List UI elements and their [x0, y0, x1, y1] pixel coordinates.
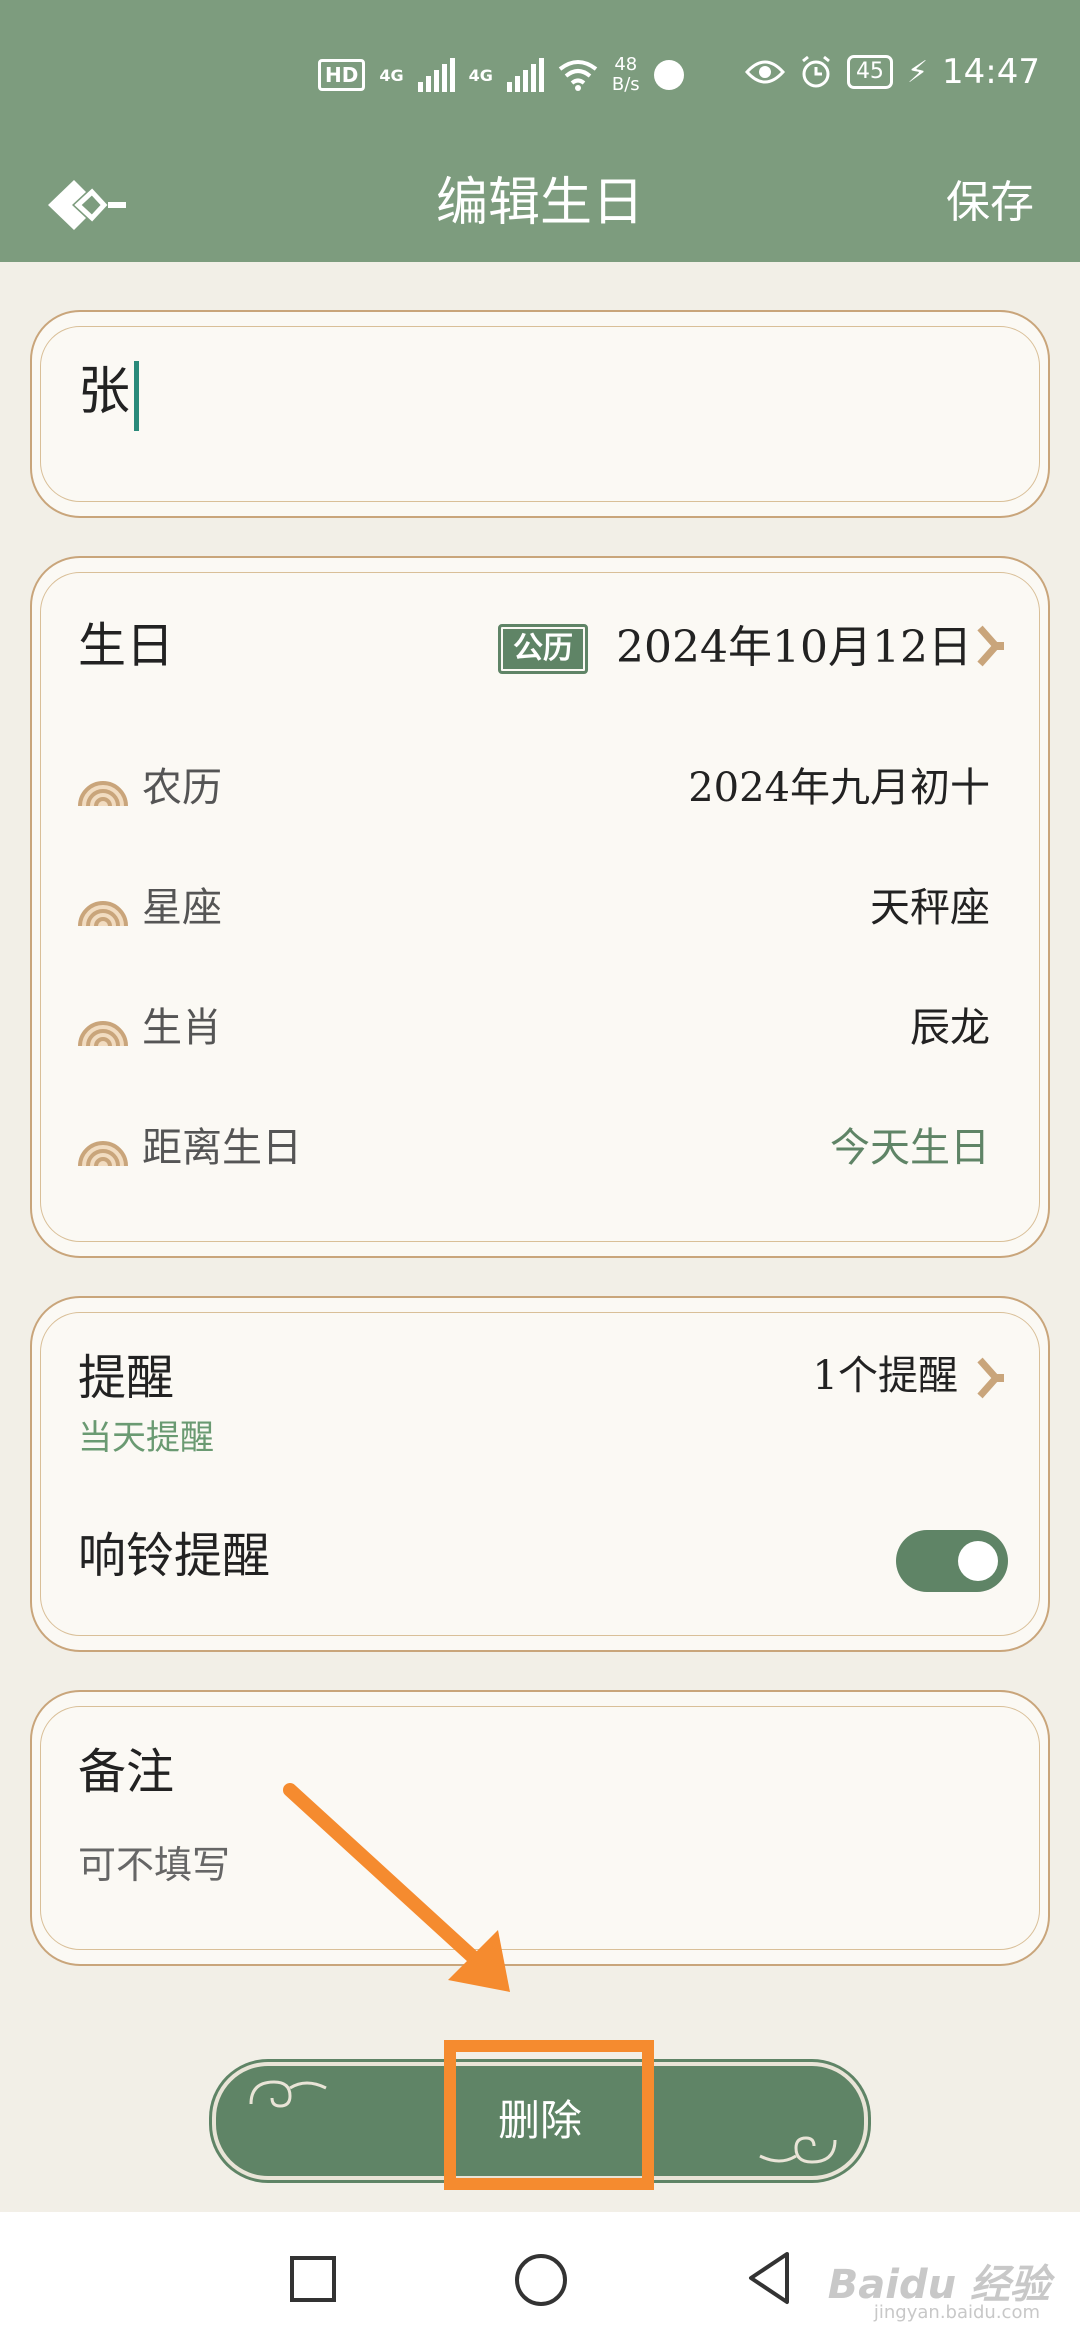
charging-icon: ⚡ [906, 54, 929, 90]
cloud-ornament-icon [78, 781, 128, 807]
ring-reminder-label: 响铃提醒 [78, 1528, 271, 1584]
reminder-count[interactable]: 1个提醒 [813, 1346, 958, 1406]
calendar-type-badge[interactable]: 公历 [498, 624, 588, 674]
annotation-highlight-box [444, 2040, 654, 2190]
countdown-label: 距离生日 [142, 1125, 302, 1171]
note-card: 备注 可不填写 [30, 1690, 1050, 1966]
battery-icon: 45 [846, 55, 893, 89]
clock-time: 14:47 [942, 52, 1040, 92]
note-label: 备注 [78, 1744, 175, 1800]
recents-icon[interactable] [290, 2256, 336, 2302]
watermark-url: jingyan.baidu.com [873, 2302, 1040, 2323]
reminder-sub: 当天提醒 [78, 1418, 214, 1458]
status-bar: HD 4G 4G 48 B/s 45 ⚡ 14:47 [0, 0, 1080, 150]
birthday-date[interactable]: 2024年10月12日 [616, 618, 972, 678]
chinese-zodiac-value: 辰龙 [910, 1005, 990, 1051]
chevron-right-icon[interactable] [974, 622, 1010, 670]
eye-icon [744, 60, 785, 84]
zodiac-value: 天秤座 [870, 885, 990, 931]
sound-wave-icon [653, 60, 684, 90]
countdown-row: 距离生日 今天生日 [76, 1118, 990, 1178]
home-icon[interactable] [515, 2254, 567, 2306]
cloud-ornament-icon [78, 901, 128, 927]
page-title: 编辑生日 [435, 173, 644, 233]
name-card: 张 [30, 310, 1050, 518]
note-input[interactable]: 可不填写 [78, 1840, 230, 1890]
lunar-label: 农历 [142, 765, 222, 811]
name-input[interactable]: 张 [78, 352, 140, 432]
text-caret [134, 360, 140, 431]
reminder-label: 提醒 [78, 1350, 175, 1406]
wifi-icon [558, 60, 598, 91]
network-type-1: 4G [379, 65, 404, 85]
hd-icon: HD [318, 59, 366, 91]
network-speed: 48 B/s [611, 54, 640, 95]
annotation-arrow-icon [283, 1783, 510, 1992]
cloud-ornament-icon [78, 1021, 128, 1047]
app-bar: 编辑生日 保存 [0, 150, 1080, 262]
chinese-zodiac-label: 生肖 [142, 1005, 222, 1051]
back-nav-icon[interactable] [745, 2250, 793, 2306]
navigation-bar: Baidu 经验 jingyan.baidu.com [0, 2212, 1080, 2340]
birthday-card: 生日 公历 2024年10月12日 农历 2024年九月初十 星座 天秤座 生肖… [30, 556, 1050, 1258]
chinese-zodiac-row: 生肖 辰龙 [76, 998, 990, 1058]
cloud-ornament-icon [78, 1141, 128, 1167]
countdown-value: 今天生日 [830, 1125, 990, 1171]
save-button[interactable]: 保存 [946, 168, 1034, 238]
signal-icon-2 [506, 58, 544, 92]
toggle-knob [958, 1541, 998, 1581]
zodiac-label: 星座 [142, 885, 222, 931]
lunar-value: 2024年九月初十 [688, 765, 990, 811]
ring-reminder-toggle[interactable] [896, 1530, 1008, 1592]
network-type-2: 4G [468, 65, 493, 85]
chevron-right-icon[interactable] [974, 1354, 1010, 1402]
birthday-label: 生日 [78, 618, 175, 674]
alarm-icon [802, 55, 830, 88]
reminder-card: 提醒 当天提醒 1个提醒 响铃提醒 [30, 1296, 1050, 1652]
signal-icon-1 [417, 58, 455, 92]
zodiac-row: 星座 天秤座 [76, 878, 990, 938]
lunar-row: 农历 2024年九月初十 [76, 758, 990, 818]
